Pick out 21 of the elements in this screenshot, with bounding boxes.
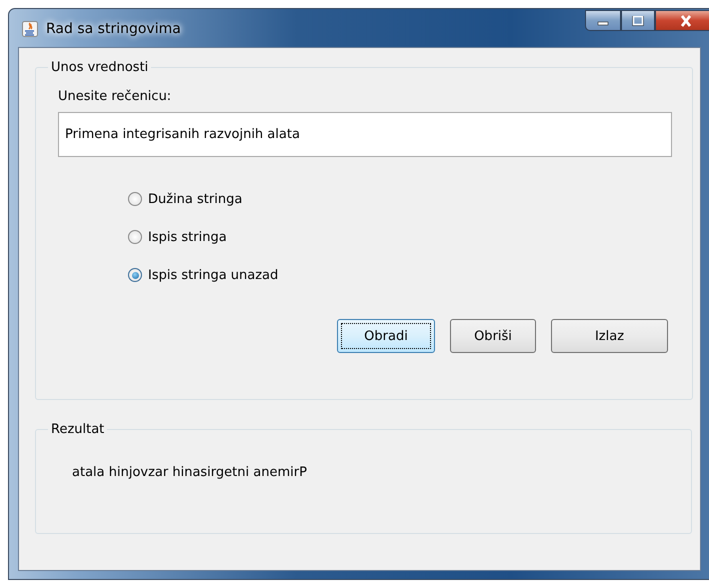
radio-button[interactable] [128,268,142,282]
minimize-button[interactable] [585,10,621,31]
close-button[interactable] [655,10,709,31]
maximize-icon [632,16,644,26]
sentence-field[interactable]: Primena integrisanih razvojnih alata [58,112,672,157]
cup-icon [22,21,38,37]
result-text: atala hinjovzar hinasirgetni anemirP [72,465,308,480]
window-title: Rad sa stringovima [46,21,181,37]
radio-label[interactable]: Dužina stringa [148,192,242,206]
maximize-button[interactable] [621,10,655,31]
field-label: Unesite rečenicu: [58,89,172,104]
radio-label[interactable]: Ispis stringa unazad [148,268,278,282]
action-button[interactable]: Obriši [450,319,536,353]
radio-button[interactable] [128,230,142,244]
close-icon [679,14,693,26]
action-button[interactable]: Obradi [337,319,435,353]
group-title: Unos vrednosti [50,60,150,75]
group-title: Rezultat [50,422,106,437]
action-button[interactable]: Izlaz [551,319,668,353]
radio-button[interactable] [128,192,142,206]
radio-label[interactable]: Ispis stringa [148,230,227,244]
